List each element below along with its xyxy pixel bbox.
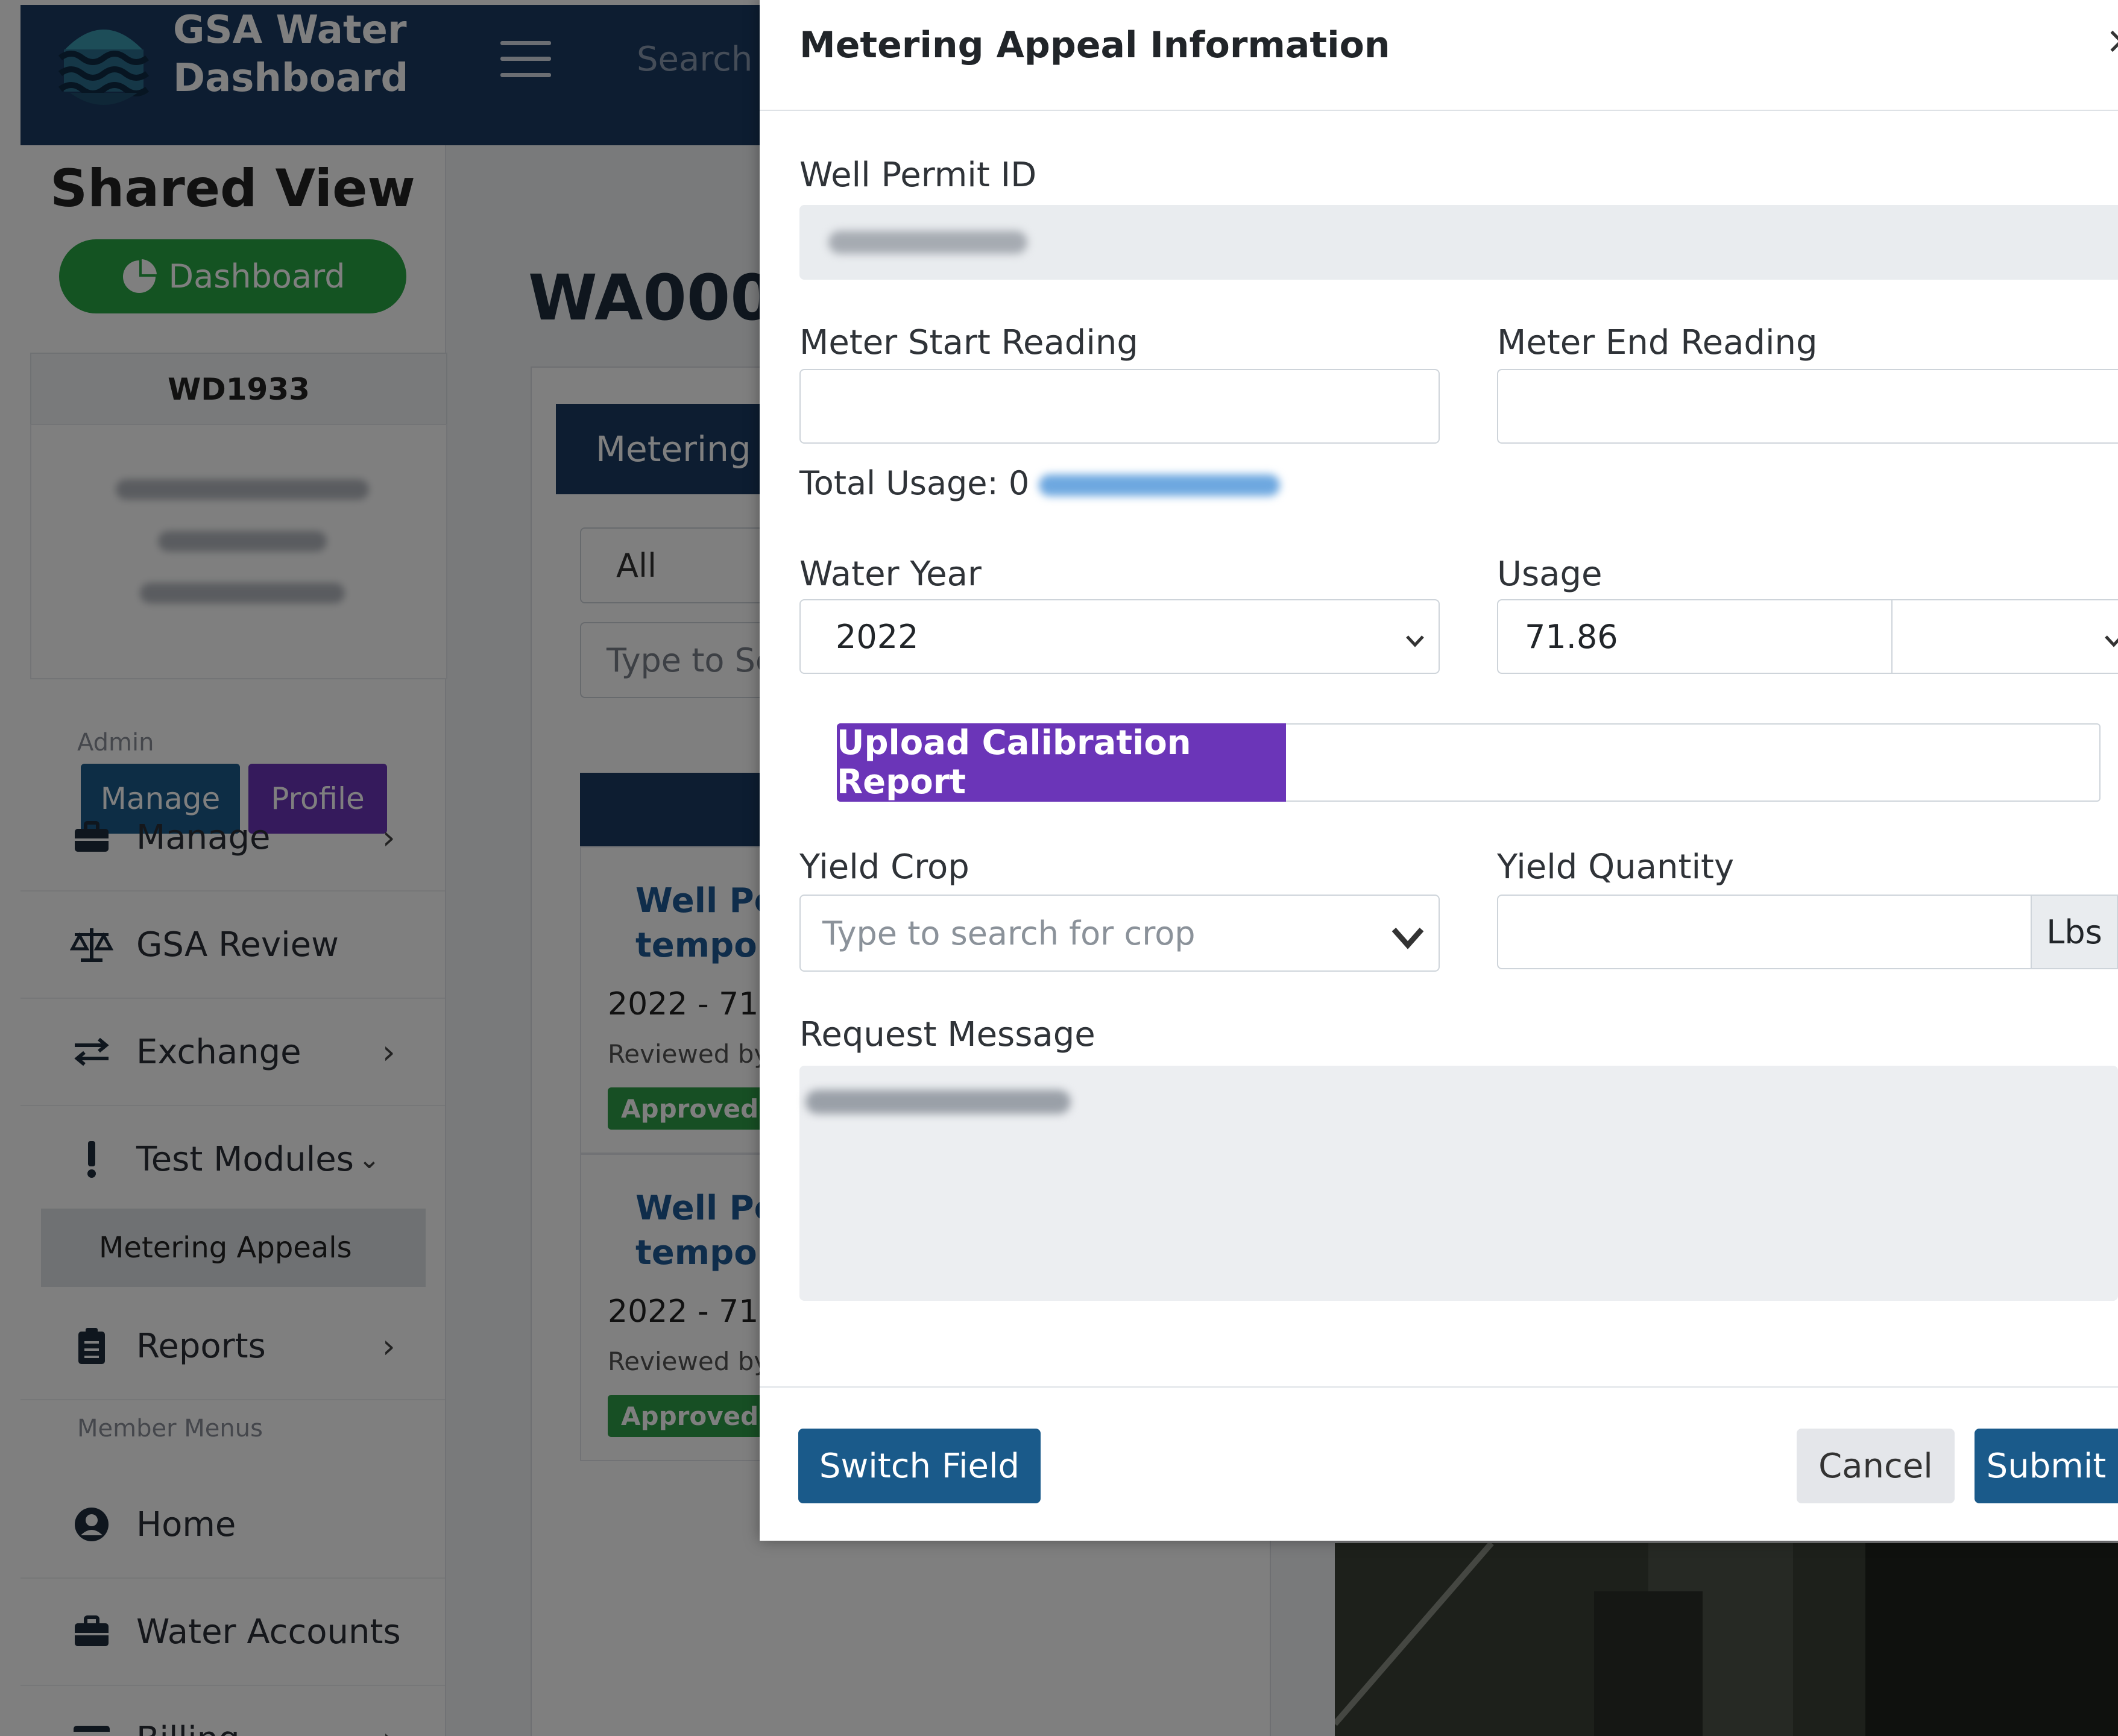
modal-footer: Switch Field Cancel Submit: [760, 1386, 2118, 1542]
yield-quantity-input[interactable]: [1497, 895, 2032, 969]
well-permit-field: [799, 205, 2118, 280]
usage-value: 71.86: [1525, 617, 1618, 656]
total-usage-text: Total Usage: 0: [799, 464, 1281, 502]
meter-end-input[interactable]: [1497, 369, 2118, 444]
upload-calibration-report-button[interactable]: Upload Calibration Report: [837, 723, 1286, 802]
yield-crop-select[interactable]: Type to search for crop: [799, 895, 1440, 972]
yield-quantity-label: Yield Quantity: [1497, 848, 1735, 887]
chevron-down-icon: [1390, 920, 1425, 958]
meter-end-label: Meter End Reading: [1497, 323, 1818, 362]
metering-appeal-modal: Metering Appeal Information × Well Permi…: [760, 0, 2118, 1541]
usage-unit-select[interactable]: [1891, 599, 2118, 674]
usage-input[interactable]: 71.86: [1497, 599, 1893, 674]
water-year-value: 2022: [836, 617, 919, 656]
yield-crop-label: Yield Crop: [799, 848, 969, 887]
modal-header: Metering Appeal Information ×: [760, 0, 2118, 111]
blurred-usage-link[interactable]: [1039, 474, 1281, 497]
request-message-textarea[interactable]: [799, 1066, 2118, 1301]
meter-start-label: Meter Start Reading: [799, 323, 1138, 362]
close-icon[interactable]: ×: [2105, 18, 2118, 62]
request-message-label: Request Message: [799, 1015, 1095, 1054]
meter-start-input[interactable]: [799, 369, 1440, 444]
total-usage-value: Total Usage: 0: [799, 464, 1030, 502]
modal-title: Metering Appeal Information: [799, 24, 1390, 66]
chevron-down-icon: [2104, 618, 2118, 656]
yield-crop-placeholder: Type to search for crop: [822, 914, 1196, 952]
well-permit-label: Well Permit ID: [799, 156, 1037, 195]
submit-button[interactable]: Submit: [1975, 1429, 2118, 1503]
yield-unit-label: Lbs: [2031, 895, 2118, 969]
blurred-message-text: [805, 1090, 1071, 1114]
chevron-down-icon: [1405, 618, 1425, 656]
blurred-permit-value: [828, 231, 1027, 254]
water-year-select[interactable]: 2022: [799, 599, 1440, 674]
water-year-label: Water Year: [799, 555, 982, 594]
usage-label: Usage: [1497, 555, 1603, 594]
switch-field-button[interactable]: Switch Field: [798, 1429, 1041, 1503]
cancel-button[interactable]: Cancel: [1797, 1429, 1955, 1503]
